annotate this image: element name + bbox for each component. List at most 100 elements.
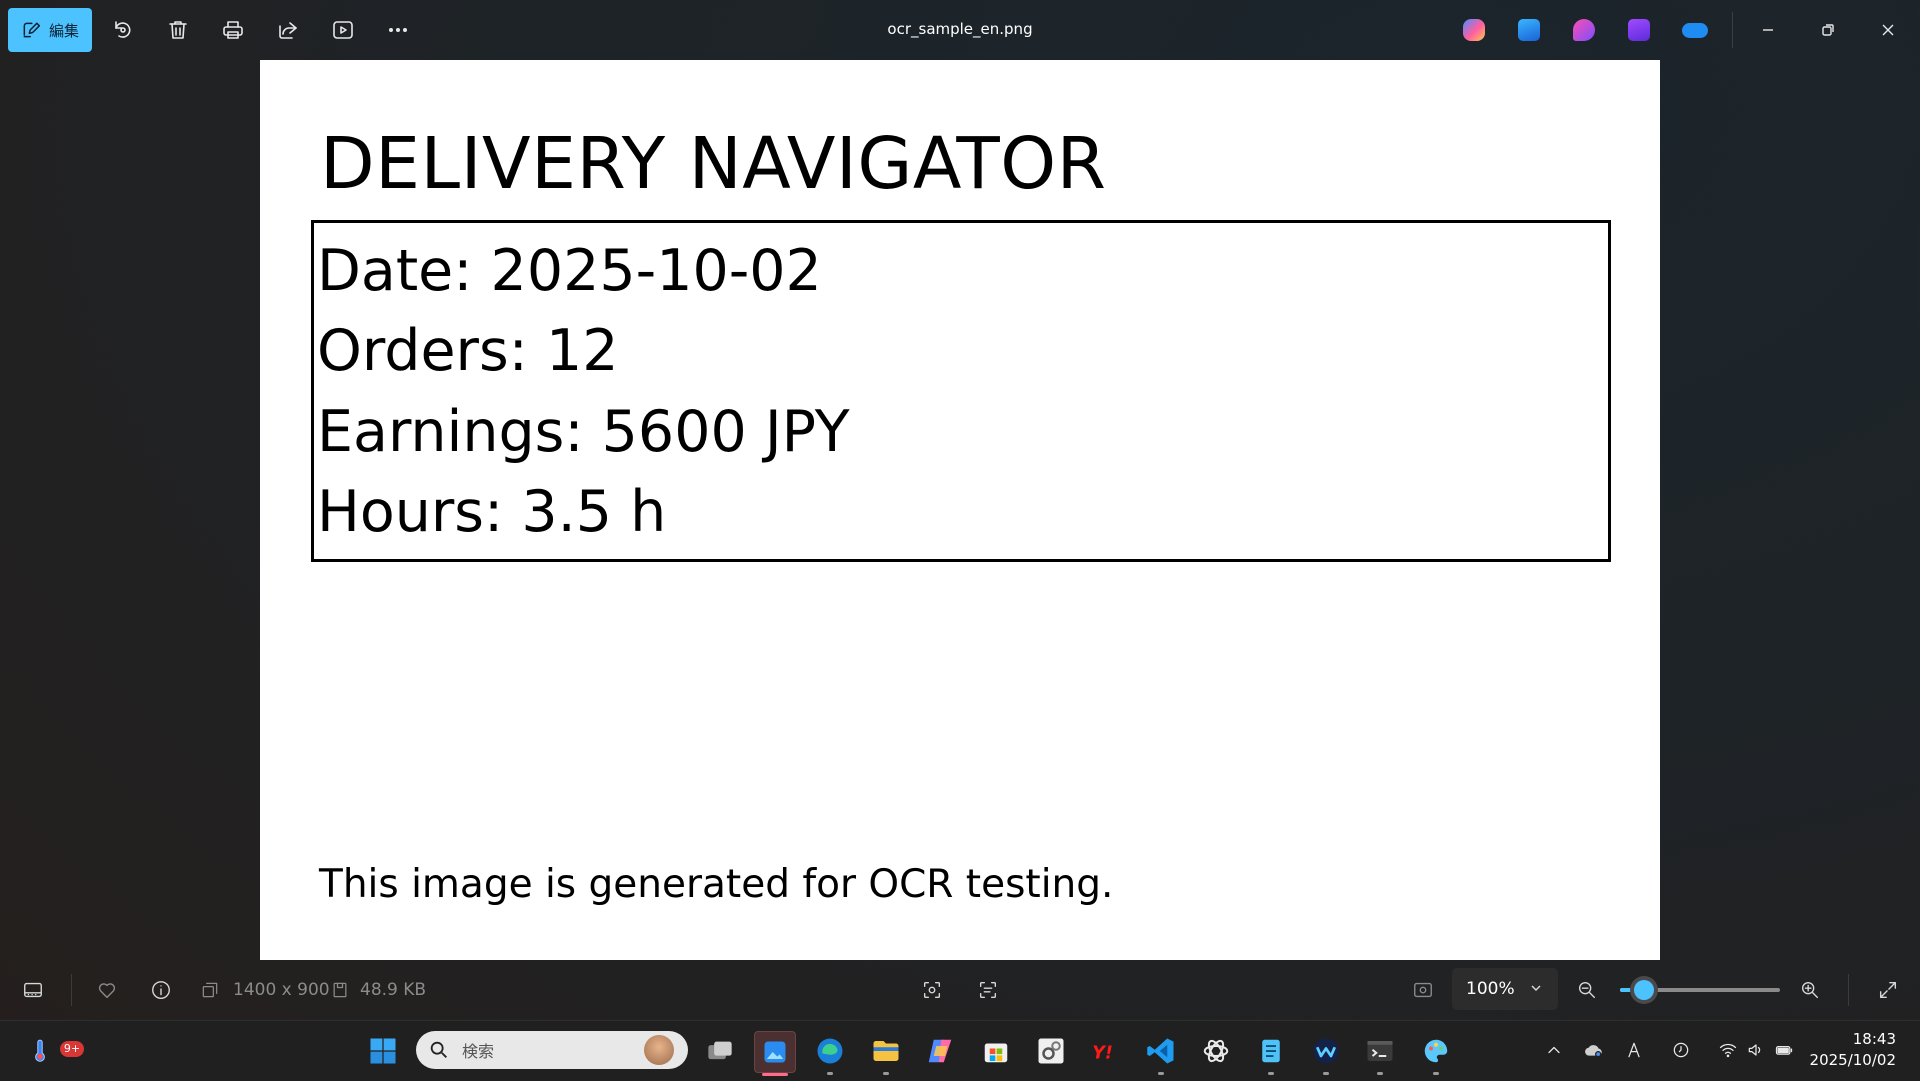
hours-line: Hours: 3.5 h bbox=[317, 479, 667, 545]
taskbar-chatgpt[interactable] bbox=[1196, 1031, 1236, 1071]
yahoo-icon: Y! bbox=[1092, 1044, 1113, 1064]
visual-search-button[interactable] bbox=[920, 978, 944, 1002]
running-indicator bbox=[1377, 1072, 1383, 1075]
taskbar-terminal[interactable] bbox=[1360, 1031, 1400, 1075]
taskbar-file-explorer[interactable] bbox=[866, 1031, 906, 1075]
text-scan-icon bbox=[979, 981, 997, 999]
file-size: 48.9 KB bbox=[360, 980, 427, 1000]
image-canvas[interactable]: DELIVERY NAVIGATOR Date: 2025-10-02 Orde… bbox=[260, 60, 1660, 960]
gear-icon bbox=[1038, 1038, 1064, 1064]
favorite-button[interactable] bbox=[95, 978, 119, 1002]
close-button[interactable] bbox=[1868, 14, 1908, 46]
zoom-slider-thumb[interactable] bbox=[1634, 980, 1654, 1000]
taskbar-settings[interactable] bbox=[1031, 1031, 1071, 1071]
chevron-up-icon bbox=[1548, 1046, 1560, 1054]
taskbar-paint[interactable] bbox=[1416, 1031, 1456, 1075]
filmstrip-button[interactable] bbox=[21, 978, 45, 1002]
image-dimensions: 1400 x 900 bbox=[233, 980, 330, 1000]
tray-overflow-button[interactable] bbox=[1543, 1039, 1565, 1061]
taskbar-vscode[interactable] bbox=[1141, 1031, 1181, 1075]
running-indicator bbox=[1158, 1072, 1164, 1075]
tray-ime[interactable] bbox=[1623, 1039, 1645, 1061]
tray-wifi[interactable] bbox=[1717, 1039, 1739, 1061]
running-indicator bbox=[1268, 1072, 1274, 1075]
taskbar-webex[interactable] bbox=[1306, 1031, 1346, 1075]
photos-icon[interactable] bbox=[1518, 19, 1540, 41]
title-divider bbox=[1732, 12, 1733, 48]
clock-icon bbox=[1673, 1042, 1689, 1058]
fit-screen-icon bbox=[1414, 982, 1432, 998]
clock-time: 18:43 bbox=[1852, 1030, 1896, 1048]
info-button[interactable] bbox=[149, 978, 173, 1002]
chatgpt-icon bbox=[1203, 1039, 1229, 1063]
tray-volume[interactable] bbox=[1745, 1039, 1767, 1061]
running-indicator bbox=[1433, 1072, 1439, 1075]
status-divider-right bbox=[1848, 974, 1849, 1006]
running-indicator bbox=[827, 1072, 833, 1075]
copilot-app-icon bbox=[928, 1039, 952, 1063]
onedrive-icon[interactable] bbox=[1682, 23, 1708, 38]
zoom-slider[interactable] bbox=[1620, 980, 1780, 1000]
expand-icon bbox=[1879, 981, 1897, 999]
clock-date: 2025/10/02 bbox=[1809, 1051, 1896, 1069]
title-bar: 編集 ocr_sample_en.png bbox=[0, 0, 1920, 60]
taskbar-edge[interactable] bbox=[810, 1031, 850, 1075]
photos-app-icon bbox=[764, 1041, 786, 1063]
weather-widget[interactable]: 9+ bbox=[20, 1031, 84, 1071]
dimensions-icon bbox=[200, 978, 220, 1002]
running-indicator bbox=[1323, 1072, 1329, 1075]
status-bar: 1400 x 900 48.9 KB 100% bbox=[0, 960, 1920, 1020]
date-line: Date: 2025-10-02 bbox=[317, 238, 822, 304]
vscode-icon bbox=[1147, 1038, 1174, 1064]
task-view-button[interactable] bbox=[700, 1031, 740, 1071]
taskbar-copilot[interactable] bbox=[920, 1031, 960, 1071]
zoom-in-button[interactable] bbox=[1798, 978, 1822, 1002]
clipchamp-icon[interactable] bbox=[1628, 19, 1650, 41]
zoom-dropdown[interactable]: 100% bbox=[1452, 968, 1558, 1010]
taskbar-search[interactable]: 検索 bbox=[416, 1031, 688, 1069]
fullscreen-button[interactable] bbox=[1876, 978, 1900, 1002]
document-footer: This image is generated for OCR testing. bbox=[319, 862, 1114, 907]
taskbar: 9+ 検索 Y! 18:43 2025/10/02 bbox=[0, 1020, 1920, 1081]
document-title: DELIVERY NAVIGATOR bbox=[320, 122, 1107, 205]
status-divider bbox=[71, 974, 72, 1006]
chevron-down-icon bbox=[1531, 985, 1541, 992]
restore-icon bbox=[1822, 24, 1834, 36]
ime-icon bbox=[1628, 1042, 1640, 1058]
taskbar-notepad[interactable] bbox=[1251, 1031, 1291, 1075]
actual-size-button[interactable] bbox=[1411, 978, 1435, 1002]
battery-icon bbox=[1775, 1046, 1793, 1055]
tray-battery[interactable] bbox=[1773, 1039, 1795, 1061]
tray-onedrive[interactable] bbox=[1583, 1039, 1605, 1061]
text-scan-button[interactable] bbox=[976, 978, 1000, 1002]
cloud-sync-icon bbox=[1585, 1045, 1602, 1058]
filmstrip-icon bbox=[24, 982, 42, 998]
wifi-icon bbox=[1719, 1043, 1737, 1058]
search-icon bbox=[430, 1041, 447, 1058]
taskbar-store[interactable] bbox=[976, 1031, 1016, 1071]
taskbar-clock[interactable]: 18:43 2025/10/02 bbox=[1810, 1029, 1896, 1071]
windows-logo-icon bbox=[370, 1038, 396, 1064]
taskbar-yahoo[interactable]: Y! bbox=[1086, 1031, 1126, 1071]
start-button[interactable] bbox=[363, 1031, 403, 1071]
heart-icon bbox=[98, 983, 116, 999]
taskbar-photos[interactable] bbox=[754, 1031, 796, 1076]
task-view-icon bbox=[708, 1041, 732, 1060]
notepad-icon bbox=[1262, 1039, 1280, 1063]
orders-line: Orders: 12 bbox=[317, 318, 619, 384]
zoom-out-button[interactable] bbox=[1575, 978, 1599, 1002]
active-indicator bbox=[762, 1073, 788, 1076]
tray-focus[interactable] bbox=[1670, 1039, 1692, 1061]
minimize-button[interactable] bbox=[1748, 14, 1788, 46]
designer-icon[interactable] bbox=[1573, 19, 1595, 41]
running-indicator bbox=[883, 1072, 889, 1075]
paint-icon bbox=[1424, 1039, 1448, 1063]
folder-icon bbox=[873, 1041, 899, 1061]
copilot-icon[interactable] bbox=[1463, 19, 1485, 41]
info-icon bbox=[152, 981, 170, 999]
file-size-icon bbox=[330, 978, 350, 1002]
zoom-level: 100% bbox=[1466, 979, 1515, 999]
restore-button[interactable] bbox=[1808, 14, 1848, 46]
weather-badge: 9+ bbox=[60, 1041, 84, 1057]
close-icon bbox=[1882, 24, 1894, 36]
